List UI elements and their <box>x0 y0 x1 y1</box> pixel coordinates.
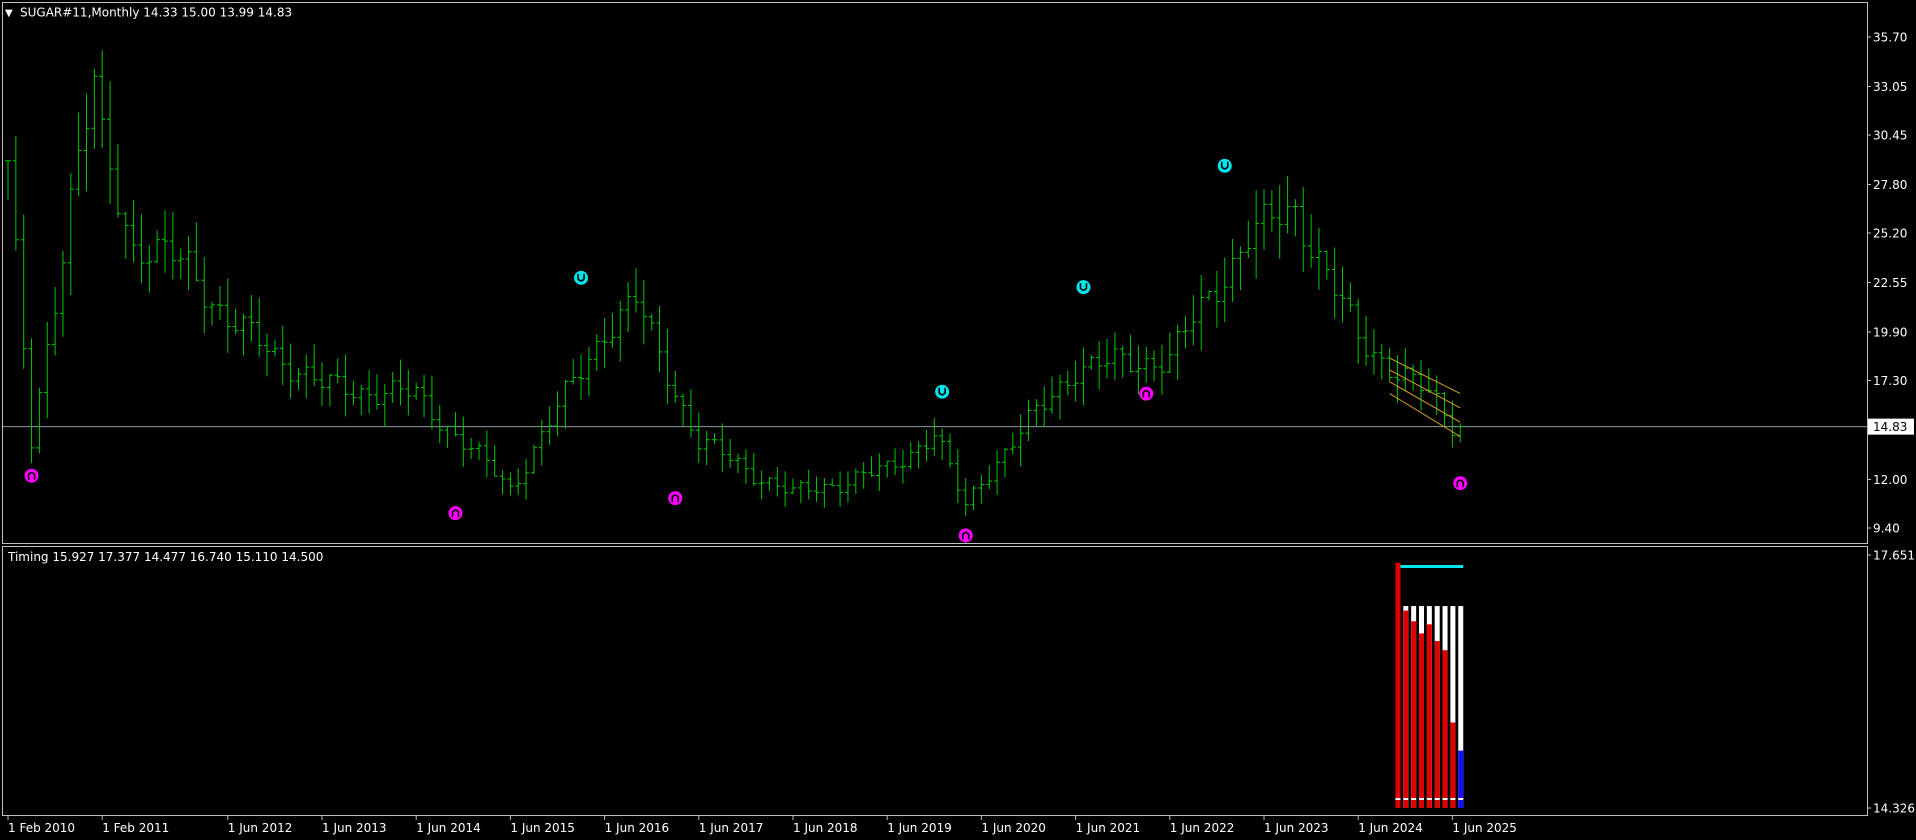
histogram-marker <box>1395 798 1401 800</box>
histogram-red-bar <box>1442 650 1448 808</box>
price-tick-label: 27.80 <box>1873 178 1907 192</box>
histogram-marker <box>1403 798 1409 800</box>
histogram-marker <box>1442 798 1448 800</box>
chart-root: 35.70 33.05 30.45 27.80 25.20 22.55 19.90 17.30… <box>0 0 1916 840</box>
sell-arrow-icon <box>574 270 589 285</box>
time-tick-label: 1 Jun 2013 <box>322 821 387 835</box>
time-tick-label: 1 Jun 2023 <box>1264 821 1329 835</box>
price-tick-label: 9.40 <box>1873 522 1900 536</box>
time-tick-label: 1 Jun 2020 <box>981 821 1046 835</box>
sell-arrow-icon <box>1076 280 1091 295</box>
price-tick-label: 17.30 <box>1873 374 1907 388</box>
time-tick-label: 1 Feb 2011 <box>102 821 169 835</box>
price-tick-label: 33.05 <box>1873 80 1907 94</box>
current-price-marker: 14.83 <box>1868 418 1914 435</box>
price-tick-label: 25.20 <box>1873 227 1907 241</box>
sell-arrow-icon <box>1217 158 1232 173</box>
time-tick-label: 1 Jun 2019 <box>887 821 952 835</box>
histogram-red-bar <box>1403 610 1409 808</box>
time-tick-label: 1 Jun 2015 <box>510 821 575 835</box>
current-price-label: 14.83 <box>1873 420 1907 434</box>
histogram-marker <box>1411 798 1417 800</box>
buy-arrow-icon <box>668 491 683 506</box>
histogram-red-bar <box>1395 562 1401 808</box>
buy-arrow-icon <box>958 528 973 543</box>
indicator-header: Timing 15.927 17.377 14.477 16.740 15.11… <box>7 550 323 564</box>
buy-arrow-icon <box>1139 386 1154 401</box>
sell-arrow-icon <box>935 384 950 399</box>
histogram-red-bar <box>1411 621 1417 808</box>
indicator-tick-label: 17.651 <box>1873 549 1915 563</box>
price-tick-label: 35.70 <box>1873 31 1907 45</box>
histogram-red-bar <box>1419 633 1424 808</box>
histogram-marker <box>1434 798 1440 800</box>
price-tick-label: 12.00 <box>1873 473 1907 487</box>
time-tick-label: 1 Jun 2017 <box>699 821 764 835</box>
time-tick-label: 1 Jun 2014 <box>416 821 481 835</box>
time-tick-label: 1 Jun 2018 <box>793 821 858 835</box>
background <box>0 0 1916 840</box>
price-tick-label: 22.55 <box>1873 276 1907 290</box>
time-tick-label: 1 Jun 2022 <box>1170 821 1235 835</box>
time-tick-label: 1 Jun 2024 <box>1358 821 1423 835</box>
collapse-triangle-icon[interactable]: ▼ <box>5 8 13 19</box>
buy-arrow-icon <box>1453 476 1468 491</box>
buy-arrow-icon <box>24 468 39 483</box>
time-tick-label: 1 Jun 2012 <box>228 821 293 835</box>
price-tick-label: 19.90 <box>1873 325 1907 339</box>
histogram-marker <box>1419 798 1424 800</box>
buy-arrow-icon <box>448 506 463 521</box>
time-tick-label: 1 Jun 2016 <box>605 821 670 835</box>
main-chart-header: SUGAR#11,Monthly 14.33 15.00 13.99 14.83 <box>20 6 292 20</box>
histogram-marker <box>1458 798 1464 800</box>
time-tick-label: 1 Feb 2010 <box>8 821 75 835</box>
indicator-tick-label: 14.326 <box>1873 802 1915 816</box>
histogram-red-bar <box>1434 641 1440 808</box>
histogram-red-bar <box>1426 624 1432 808</box>
time-tick-label: 1 Jun 2021 <box>1076 821 1141 835</box>
histogram-red-bar <box>1450 722 1456 808</box>
time-tick-label: 1 Jun 2025 <box>1452 821 1517 835</box>
price-tick-label: 30.45 <box>1873 129 1907 143</box>
histogram-marker <box>1426 798 1432 800</box>
histogram-marker <box>1450 798 1456 800</box>
